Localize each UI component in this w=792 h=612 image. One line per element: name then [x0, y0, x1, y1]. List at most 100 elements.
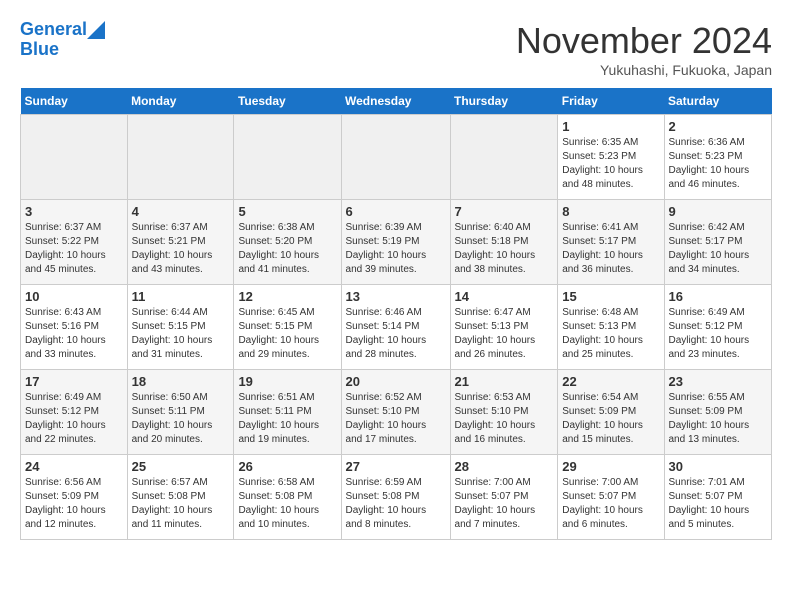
calendar-cell: 12 Sunrise: 6:45 AM Sunset: 5:15 PM Dayli…	[234, 285, 341, 370]
day-number: 11	[132, 289, 230, 304]
weekday-header: Monday	[127, 88, 234, 115]
day-info: Sunrise: 6:44 AM Sunset: 5:15 PM Dayligh…	[132, 306, 230, 362]
calendar-cell: 3 Sunrise: 6:37 AM Sunset: 5:22 PM Daylig…	[21, 200, 128, 285]
day-number: 18	[132, 374, 230, 389]
day-info: Sunrise: 6:41 AM Sunset: 5:17 PM Dayligh…	[562, 221, 659, 277]
day-info: Sunrise: 6:48 AM Sunset: 5:13 PM Dayligh…	[562, 306, 659, 362]
calendar-cell: 19 Sunrise: 6:51 AM Sunset: 5:11 PM Dayli…	[234, 370, 341, 455]
calendar-cell: 26 Sunrise: 6:58 AM Sunset: 5:08 PM Dayli…	[234, 455, 341, 540]
calendar-cell: 22 Sunrise: 6:54 AM Sunset: 5:09 PM Dayli…	[558, 370, 664, 455]
month-title: November 2024	[516, 20, 772, 62]
calendar-cell: 6Sunrise: 6:39 AM Sunset: 5:19 PM Daylig…	[341, 200, 450, 285]
day-info: Sunrise: 6:37 AM Sunset: 5:21 PM Dayligh…	[132, 221, 230, 277]
calendar-cell: 14 Sunrise: 6:47 AM Sunset: 5:13 PM Dayli…	[450, 285, 558, 370]
day-number: 24	[25, 459, 123, 474]
calendar-cell: 24 Sunrise: 6:56 AM Sunset: 5:09 PM Dayli…	[21, 455, 128, 540]
day-info: Sunrise: 6:53 AM Sunset: 5:10 PM Dayligh…	[455, 391, 554, 447]
calendar-cell: 20Sunrise: 6:52 AM Sunset: 5:10 PM Dayli…	[341, 370, 450, 455]
calendar-week-row: 3 Sunrise: 6:37 AM Sunset: 5:22 PM Daylig…	[21, 200, 772, 285]
day-number: 15	[562, 289, 659, 304]
day-number: 8	[562, 204, 659, 219]
day-number: 7	[455, 204, 554, 219]
day-info: Sunrise: 6:50 AM Sunset: 5:11 PM Dayligh…	[132, 391, 230, 447]
calendar-cell: 11 Sunrise: 6:44 AM Sunset: 5:15 PM Dayli…	[127, 285, 234, 370]
day-info: Sunrise: 6:35 AM Sunset: 5:23 PM Dayligh…	[562, 136, 659, 192]
day-number: 22	[562, 374, 659, 389]
day-number: 13	[346, 289, 446, 304]
weekday-header: Tuesday	[234, 88, 341, 115]
day-info: Sunrise: 6:43 AM Sunset: 5:16 PM Dayligh…	[25, 306, 123, 362]
calendar-cell	[234, 115, 341, 200]
day-info: Sunrise: 6:49 AM Sunset: 5:12 PM Dayligh…	[669, 306, 768, 362]
day-info: Sunrise: 6:40 AM Sunset: 5:18 PM Dayligh…	[455, 221, 554, 277]
day-number: 10	[25, 289, 123, 304]
day-info: Sunrise: 6:57 AM Sunset: 5:08 PM Dayligh…	[132, 476, 230, 532]
calendar-cell: 5Sunrise: 6:38 AM Sunset: 5:20 PM Daylig…	[234, 200, 341, 285]
day-info: Sunrise: 6:42 AM Sunset: 5:17 PM Dayligh…	[669, 221, 768, 277]
weekday-header: Saturday	[664, 88, 772, 115]
day-number: 26	[238, 459, 336, 474]
day-number: 3	[25, 204, 123, 219]
logo: General Blue	[20, 20, 105, 60]
calendar-cell: 1Sunrise: 6:35 AM Sunset: 5:23 PM Daylig…	[558, 115, 664, 200]
day-number: 17	[25, 374, 123, 389]
day-number: 16	[669, 289, 768, 304]
calendar-cell	[127, 115, 234, 200]
calendar-table: SundayMondayTuesdayWednesdayThursdayFrid…	[20, 88, 772, 540]
title-block: November 2024 Yukuhashi, Fukuoka, Japan	[516, 20, 772, 78]
day-number: 28	[455, 459, 554, 474]
calendar-week-row: 17Sunrise: 6:49 AM Sunset: 5:12 PM Dayli…	[21, 370, 772, 455]
day-number: 14	[455, 289, 554, 304]
page-header: General Blue November 2024 Yukuhashi, Fu…	[20, 20, 772, 78]
calendar-cell: 29 Sunrise: 7:00 AM Sunset: 5:07 PM Dayli…	[558, 455, 664, 540]
calendar-cell: 16 Sunrise: 6:49 AM Sunset: 5:12 PM Dayli…	[664, 285, 772, 370]
weekday-header: Thursday	[450, 88, 558, 115]
calendar-cell: 27 Sunrise: 6:59 AM Sunset: 5:08 PM Dayli…	[341, 455, 450, 540]
day-number: 6	[346, 204, 446, 219]
calendar-cell	[341, 115, 450, 200]
calendar-week-row: 10 Sunrise: 6:43 AM Sunset: 5:16 PM Dayli…	[21, 285, 772, 370]
day-info: Sunrise: 6:51 AM Sunset: 5:11 PM Dayligh…	[238, 391, 336, 447]
day-number: 30	[669, 459, 768, 474]
day-number: 4	[132, 204, 230, 219]
calendar-cell: 18 Sunrise: 6:50 AM Sunset: 5:11 PM Dayli…	[127, 370, 234, 455]
day-number: 21	[455, 374, 554, 389]
day-number: 23	[669, 374, 768, 389]
day-number: 9	[669, 204, 768, 219]
location: Yukuhashi, Fukuoka, Japan	[516, 62, 772, 78]
day-number: 12	[238, 289, 336, 304]
day-info: Sunrise: 6:59 AM Sunset: 5:08 PM Dayligh…	[346, 476, 446, 532]
calendar-header: SundayMondayTuesdayWednesdayThursdayFrid…	[21, 88, 772, 115]
calendar-cell: 9 Sunrise: 6:42 AM Sunset: 5:17 PM Daylig…	[664, 200, 772, 285]
calendar-cell	[21, 115, 128, 200]
calendar-cell: 25Sunrise: 6:57 AM Sunset: 5:08 PM Dayli…	[127, 455, 234, 540]
day-info: Sunrise: 6:58 AM Sunset: 5:08 PM Dayligh…	[238, 476, 336, 532]
day-info: Sunrise: 7:00 AM Sunset: 5:07 PM Dayligh…	[455, 476, 554, 532]
day-info: Sunrise: 6:56 AM Sunset: 5:09 PM Dayligh…	[25, 476, 123, 532]
day-number: 5	[238, 204, 336, 219]
day-number: 19	[238, 374, 336, 389]
weekday-header: Sunday	[21, 88, 128, 115]
day-info: Sunrise: 6:47 AM Sunset: 5:13 PM Dayligh…	[455, 306, 554, 362]
logo-text-line2: Blue	[20, 39, 59, 59]
calendar-body: 1Sunrise: 6:35 AM Sunset: 5:23 PM Daylig…	[21, 115, 772, 540]
day-info: Sunrise: 6:36 AM Sunset: 5:23 PM Dayligh…	[669, 136, 768, 192]
calendar-cell: 21 Sunrise: 6:53 AM Sunset: 5:10 PM Dayli…	[450, 370, 558, 455]
day-info: Sunrise: 6:54 AM Sunset: 5:09 PM Dayligh…	[562, 391, 659, 447]
calendar-cell: 23Sunrise: 6:55 AM Sunset: 5:09 PM Dayli…	[664, 370, 772, 455]
calendar-cell: 28 Sunrise: 7:00 AM Sunset: 5:07 PM Dayli…	[450, 455, 558, 540]
day-info: Sunrise: 6:45 AM Sunset: 5:15 PM Dayligh…	[238, 306, 336, 362]
calendar-cell: 10 Sunrise: 6:43 AM Sunset: 5:16 PM Dayli…	[21, 285, 128, 370]
weekday-header: Friday	[558, 88, 664, 115]
calendar-cell: 30Sunrise: 7:01 AM Sunset: 5:07 PM Dayli…	[664, 455, 772, 540]
day-number: 27	[346, 459, 446, 474]
day-info: Sunrise: 6:46 AM Sunset: 5:14 PM Dayligh…	[346, 306, 446, 362]
day-number: 20	[346, 374, 446, 389]
day-number: 29	[562, 459, 659, 474]
calendar-cell: 7 Sunrise: 6:40 AM Sunset: 5:18 PM Daylig…	[450, 200, 558, 285]
day-info: Sunrise: 6:37 AM Sunset: 5:22 PM Dayligh…	[25, 221, 123, 277]
calendar-cell: 4 Sunrise: 6:37 AM Sunset: 5:21 PM Daylig…	[127, 200, 234, 285]
calendar-week-row: 24 Sunrise: 6:56 AM Sunset: 5:09 PM Dayli…	[21, 455, 772, 540]
logo-text-line1: General	[20, 20, 87, 40]
day-info: Sunrise: 7:00 AM Sunset: 5:07 PM Dayligh…	[562, 476, 659, 532]
